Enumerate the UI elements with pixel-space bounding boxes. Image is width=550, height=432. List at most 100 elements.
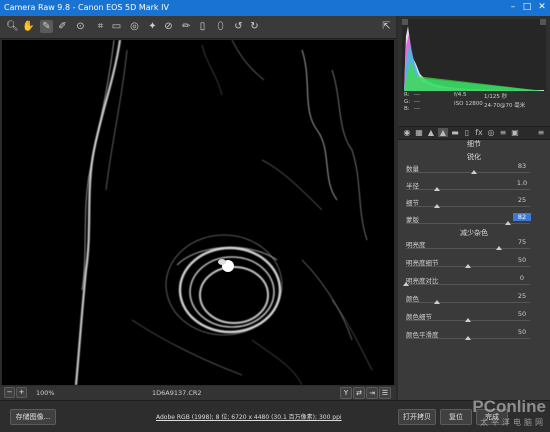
b-value: --- xyxy=(414,106,420,112)
workflow-options-link[interactable]: Adobe RGB (1998); 8 位; 6720 x 4480 (30.1… xyxy=(156,412,342,421)
tab-detail-icon[interactable]: ▲ xyxy=(438,128,448,137)
slider-handle[interactable] xyxy=(434,187,440,191)
reset-button[interactable]: 复位 xyxy=(440,409,472,425)
rotate-ccw-icon[interactable]: ↺ xyxy=(232,20,245,33)
white-balance-tool-icon[interactable]: ✎ xyxy=(40,20,53,33)
straighten-tool-icon[interactable]: ▭ xyxy=(110,20,123,33)
tab-effects-icon[interactable]: fx xyxy=(474,128,484,137)
g-label: G: xyxy=(404,99,411,105)
open-preferences-icon[interactable]: ⬯ xyxy=(214,20,227,33)
slider-value-input[interactable]: 75 xyxy=(513,238,531,246)
maximize-button[interactable]: □ xyxy=(520,1,534,14)
slider-handle[interactable] xyxy=(434,300,440,304)
slider-track[interactable] xyxy=(406,248,530,249)
panel-menu-icon[interactable]: ≡ xyxy=(536,128,546,137)
slider-value-input[interactable]: 25 xyxy=(513,292,531,300)
minimize-button[interactable]: – xyxy=(506,1,520,14)
tab-presets-icon[interactable]: ≡ xyxy=(498,128,508,137)
tab-camera-icon[interactable]: ◎ xyxy=(486,128,496,137)
noise_reduction-row[interactable]: 颜色平滑度 50 xyxy=(398,327,550,345)
noise_reduction-row[interactable]: 明亮度对比 0 xyxy=(398,273,550,291)
slider-value-input[interactable]: 83 xyxy=(513,162,531,170)
slider-track[interactable] xyxy=(406,302,530,303)
sharpening-row[interactable]: 细节 25 xyxy=(398,195,550,213)
slider-track[interactable] xyxy=(406,223,530,224)
slider-value-input[interactable]: 50 xyxy=(513,310,531,318)
slider-handle[interactable] xyxy=(434,204,440,208)
slider-handle[interactable] xyxy=(496,246,502,250)
slider-handle[interactable] xyxy=(465,336,471,340)
slider-track[interactable] xyxy=(406,172,530,173)
zoom-out-button[interactable]: − xyxy=(4,387,15,398)
targeted-adjustment-tool-icon[interactable]: ⊙ xyxy=(74,20,87,33)
slider-value-input[interactable]: 50 xyxy=(513,328,531,336)
slider-value-input[interactable]: 82 xyxy=(513,213,531,221)
save-image-button[interactable]: 存储图像... xyxy=(10,409,56,425)
slider-value-input[interactable]: 25 xyxy=(513,196,531,204)
shutter-speed: 1/125 秒 xyxy=(484,94,508,100)
adjustment-brush-tool-icon[interactable]: ⊘ xyxy=(162,20,175,33)
slider-value-input[interactable]: 1.0 xyxy=(513,179,531,187)
tab-lens-icon[interactable]: ▯ xyxy=(462,128,472,137)
lens: 24-70@70 毫米 xyxy=(484,103,526,109)
camera-info: R: --- G: --- B: --- f/4.5 1/125 秒 ISO 1… xyxy=(398,92,550,126)
zoom-tool-icon[interactable]: 🔍︎ xyxy=(6,20,19,33)
copy-settings-icon[interactable]: ⇥ xyxy=(366,387,378,399)
slider-handle[interactable] xyxy=(465,264,471,268)
panel-title: 细节 xyxy=(467,140,481,148)
swap-icon[interactable]: ⇄ xyxy=(353,387,365,399)
sharpening-row[interactable]: 半径 1.0 xyxy=(398,178,550,196)
g-value: --- xyxy=(414,99,420,105)
slider-handle[interactable] xyxy=(465,318,471,322)
close-button[interactable]: ✕ xyxy=(535,1,549,14)
noise_reduction-row[interactable]: 颜色细节 50 xyxy=(398,309,550,327)
r-value: --- xyxy=(414,92,420,98)
sharpening-row[interactable]: 数量 83 xyxy=(398,161,550,179)
slider-handle[interactable] xyxy=(504,221,511,225)
slider-handle[interactable] xyxy=(403,282,409,286)
toolbar: 🔍︎ ✋ ✎ ✐ ⊙ ⌗ ▭ ◎ ✦ ⊘ ✏ ▯ ⬯ ↺ ↻ ⇱ xyxy=(0,16,396,39)
noise_reduction-row[interactable]: 明亮度 75 xyxy=(398,237,550,255)
watermark-brand: PConline xyxy=(472,397,546,416)
spot-removal-tool-icon[interactable]: ◎ xyxy=(128,20,141,33)
histogram-graph xyxy=(402,19,546,91)
b-label: B: xyxy=(404,106,410,112)
rotate-cw-icon[interactable]: ↻ xyxy=(248,20,261,33)
red-eye-tool-icon[interactable]: ✦ xyxy=(146,20,159,33)
right-panel: R: --- G: --- B: --- f/4.5 1/125 秒 ISO 1… xyxy=(398,16,550,400)
zoom-level[interactable]: 100% xyxy=(36,389,55,397)
slider-handle[interactable] xyxy=(471,170,478,174)
slider-track[interactable] xyxy=(406,284,530,285)
tab-hsl-icon[interactable]: ▲ xyxy=(426,128,436,137)
bottom-bar: 存储图像... Adobe RGB (1998); 8 位; 6720 x 44… xyxy=(0,397,550,432)
radial-filter-tool-icon[interactable]: ▯ xyxy=(196,20,209,33)
noise_reduction-row[interactable]: 颜色 25 xyxy=(398,291,550,309)
slider-track[interactable] xyxy=(406,206,530,207)
crop-tool-icon[interactable]: ⌗ xyxy=(94,20,107,33)
before-after-y-icon[interactable]: Y xyxy=(340,387,352,399)
aperture: f/4.5 xyxy=(454,92,467,98)
status-bar: − + 100% 1D6A9137.CR2 Y ⇄ ⇥ ☰ xyxy=(0,386,396,400)
slider-value-input[interactable]: 50 xyxy=(513,256,531,264)
noise_reduction-row[interactable]: 明亮度细节 50 xyxy=(398,255,550,273)
open-copy-button[interactable]: 打开拷贝 xyxy=(398,409,436,425)
filename: 1D6A9137.CR2 xyxy=(152,389,202,397)
r-label: R: xyxy=(404,92,410,98)
graduated-filter-tool-icon[interactable]: ✏ xyxy=(180,20,193,33)
color-sampler-tool-icon[interactable]: ✐ xyxy=(56,20,69,33)
window-title: Camera Raw 9.8 - Canon EOS 5D Mark IV xyxy=(4,3,169,12)
preview-settings-icon[interactable]: ☰ xyxy=(379,387,391,399)
slider-value-input[interactable]: 0 xyxy=(513,274,531,282)
tab-tone-curve-icon[interactable]: ▦ xyxy=(414,128,424,137)
tab-basic-icon[interactable]: ◉ xyxy=(402,128,412,137)
slider-track[interactable] xyxy=(406,189,530,190)
watermark-sub: 太平洋电脑网 xyxy=(480,418,546,427)
tab-snapshots-icon[interactable]: ▣ xyxy=(510,128,520,137)
fullscreen-icon[interactable]: ⇱ xyxy=(380,20,393,33)
watermark-logo: PConline 太平洋电脑网 xyxy=(472,397,546,428)
zoom-in-button[interactable]: + xyxy=(16,387,27,398)
iso: ISO 12800 xyxy=(454,101,483,107)
hand-tool-icon[interactable]: ✋ xyxy=(22,20,35,33)
tab-split-icon[interactable]: ▬ xyxy=(450,128,460,137)
image-preview[interactable] xyxy=(2,40,394,385)
